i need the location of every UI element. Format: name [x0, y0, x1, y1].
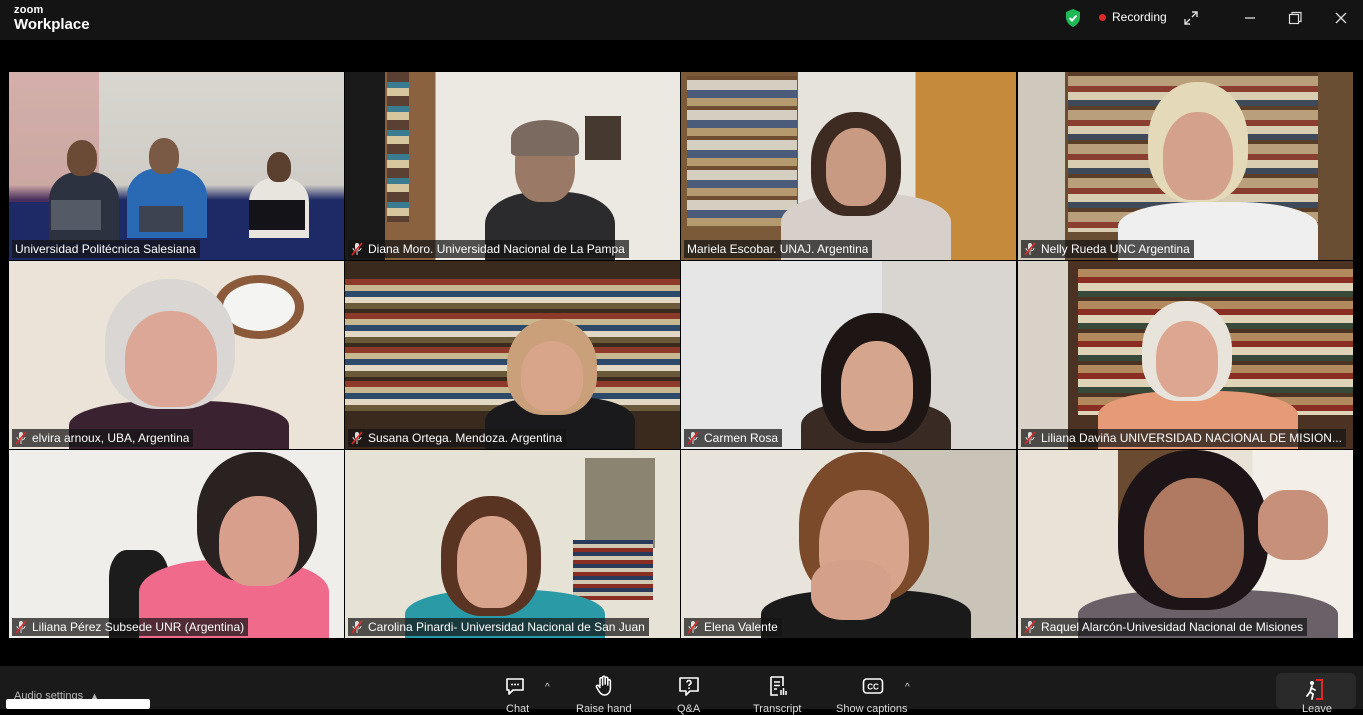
participant-nametag: Carmen Rosa — [684, 429, 783, 447]
participant-nametag: Mariela Escobar. UNAJ. Argentina — [684, 240, 873, 258]
participant-nametag: Carolina Pinardi- Universidad Nacional d… — [348, 618, 649, 636]
title-bar: zoom Workplace Recording — [0, 0, 1363, 40]
chat-button[interactable] — [503, 674, 533, 704]
participant-nametag: Raquel Alarcón-Univesidad Nacional de Mi… — [1021, 618, 1308, 636]
participant-name: Liliana Pérez Subsede UNR (Argentina) — [32, 620, 245, 634]
video-tile[interactable]: Universidad Politécnica Salesiana — [9, 72, 344, 260]
participant-name: elvira arnoux, UBA, Argentina — [32, 431, 190, 445]
recording-indicator[interactable]: Recording — [1099, 10, 1167, 24]
video-tile[interactable]: Elena Valente — [681, 450, 1016, 638]
mic-muted-icon — [351, 431, 363, 445]
question-icon — [679, 677, 699, 696]
participant-nametag: Diana Moro. Universidad Nacional de La P… — [348, 240, 629, 258]
qa-button[interactable] — [677, 674, 707, 704]
mic-muted-icon — [1024, 620, 1036, 634]
hand-icon — [595, 675, 612, 696]
participant-name: Elena Valente — [704, 620, 778, 634]
participant-nametag: Elena Valente — [684, 618, 782, 636]
raise-hand-label: Raise hand — [576, 703, 632, 715]
mic-muted-icon — [351, 620, 363, 634]
participant-nametag: elvira arnoux, UBA, Argentina — [12, 429, 194, 447]
video-tile-active-speaker[interactable]: Mariela Escobar. UNAJ. Argentina — [681, 72, 1016, 260]
minimize-icon[interactable] — [1240, 8, 1260, 28]
transcript-label: Transcript — [753, 703, 802, 715]
participant-nametag: Liliana Daviña UNIVERSIDAD NACIONAL DE M… — [1021, 429, 1346, 447]
shield-check-icon[interactable] — [1063, 8, 1083, 28]
mic-muted-icon — [687, 431, 699, 445]
participant-nametag: Universidad Politécnica Salesiana — [12, 240, 200, 258]
participant-name: Raquel Alarcón-Univesidad Nacional de Mi… — [1041, 620, 1304, 634]
leave-button[interactable]: Leave — [1276, 673, 1356, 715]
chat-options-chevron-up-icon[interactable]: ^ — [545, 682, 550, 693]
mic-muted-icon — [1024, 431, 1036, 445]
participant-name: Carmen Rosa — [704, 431, 779, 445]
close-icon[interactable] — [1331, 8, 1351, 28]
captions-options-chevron-up-icon[interactable]: ^ — [905, 682, 910, 693]
video-tile[interactable]: Raquel Alarcón-Univesidad Nacional de Mi… — [1018, 450, 1353, 638]
show-captions-button[interactable]: CC — [861, 674, 891, 704]
participant-nametag: Nelly Rueda UNC Argentina — [1021, 240, 1194, 258]
participant-nametag: Liliana Pérez Subsede UNR (Argentina) — [12, 618, 249, 636]
video-tile[interactable]: Liliana Daviña UNIVERSIDAD NACIONAL DE M… — [1018, 261, 1353, 449]
leave-icon — [1306, 679, 1323, 700]
recording-dot-icon — [1099, 13, 1106, 21]
show-captions-label: Show captions — [836, 703, 908, 715]
mic-muted-icon — [15, 620, 27, 634]
closed-captions-icon: CC — [862, 678, 884, 694]
leave-label: Leave — [1302, 703, 1332, 715]
participant-name: Diana Moro. Universidad Nacional de La P… — [368, 242, 625, 256]
participant-name: Universidad Politécnica Salesiana — [15, 242, 196, 256]
transcript-button[interactable] — [766, 674, 796, 704]
svg-text:CC: CC — [867, 683, 879, 692]
mic-muted-icon — [351, 242, 363, 256]
video-tile[interactable]: Carolina Pinardi- Universidad Nacional d… — [345, 450, 680, 638]
chat-label: Chat — [506, 703, 530, 715]
video-tile[interactable]: Liliana Pérez Subsede UNR (Argentina) — [9, 450, 344, 638]
video-tile[interactable]: Carmen Rosa — [681, 261, 1016, 449]
restore-icon[interactable] — [1285, 8, 1305, 28]
mic-muted-icon — [687, 620, 699, 634]
chat-icon — [506, 678, 524, 695]
video-tile[interactable]: Susana Ortega. Mendoza. Argentina — [345, 261, 680, 449]
participant-nametag: Susana Ortega. Mendoza. Argentina — [348, 429, 567, 447]
participant-name: Mariela Escobar. UNAJ. Argentina — [687, 242, 869, 256]
participant-name: Carolina Pinardi- Universidad Nacional d… — [368, 620, 645, 634]
brand-large: Workplace — [14, 16, 90, 33]
brand-small: zoom — [14, 4, 44, 16]
video-grid: Universidad Politécnica Salesiana Diana … — [9, 72, 1353, 639]
video-tile[interactable]: Diana Moro. Universidad Nacional de La P… — [345, 72, 680, 260]
transcript-icon — [770, 676, 787, 696]
recording-label: Recording — [1112, 10, 1167, 24]
mic-muted-icon — [1024, 242, 1036, 256]
video-tile[interactable]: elvira arnoux, UBA, Argentina — [9, 261, 344, 449]
audio-settings-popup[interactable] — [6, 699, 150, 709]
qa-label: Q&A — [677, 703, 701, 715]
video-tile[interactable]: Nelly Rueda UNC Argentina — [1018, 72, 1353, 260]
fullscreen-icon[interactable] — [1181, 8, 1201, 28]
participant-name: Liliana Daviña UNIVERSIDAD NACIONAL DE M… — [1041, 431, 1342, 445]
mic-muted-icon — [15, 431, 27, 445]
raise-hand-button[interactable] — [592, 674, 622, 704]
app-logo: zoom Workplace — [14, 4, 90, 33]
participant-name: Nelly Rueda UNC Argentina — [1041, 242, 1190, 256]
participant-name: Susana Ortega. Mendoza. Argentina — [368, 431, 563, 445]
